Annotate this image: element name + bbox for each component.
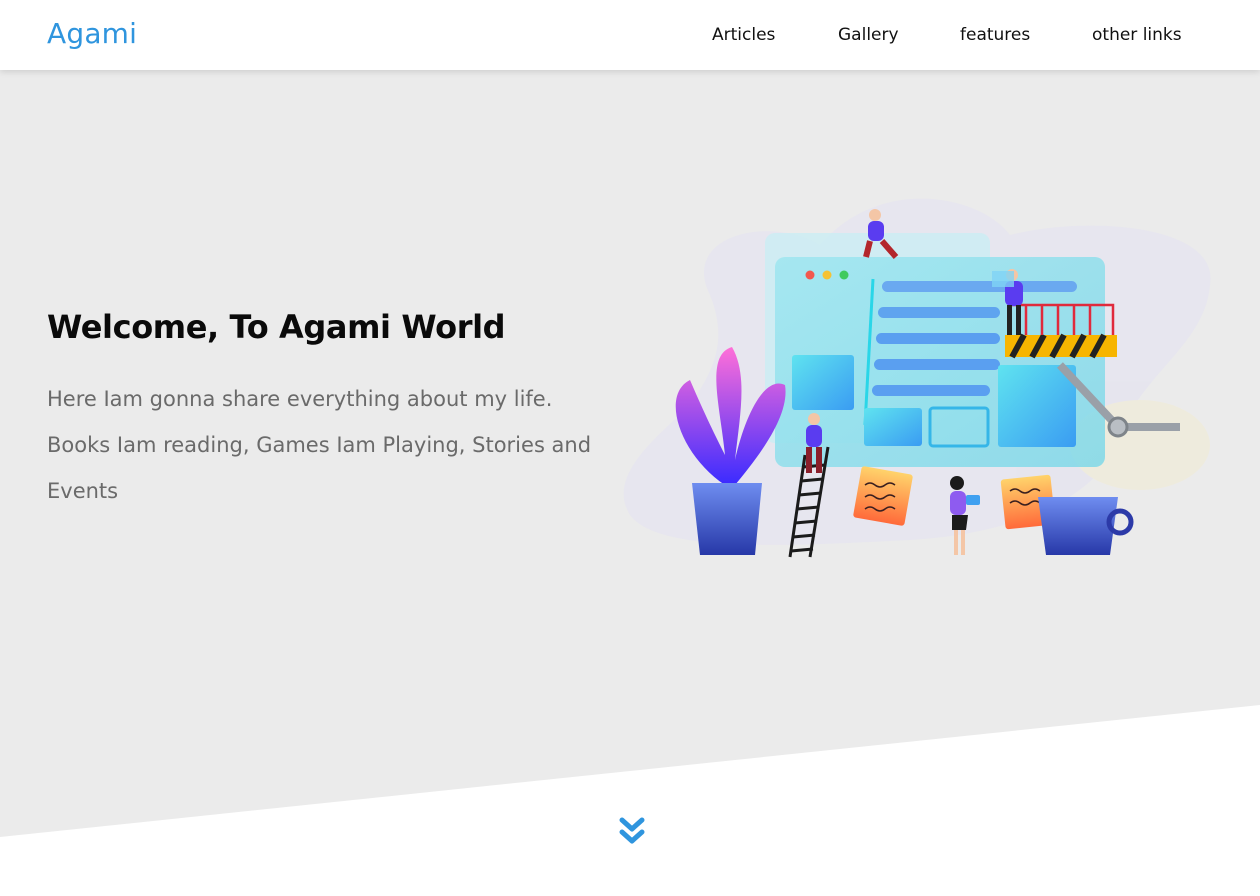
- scroll-down-button[interactable]: [616, 812, 648, 852]
- nav-link-gallery[interactable]: Gallery: [838, 25, 899, 45]
- hero-description: Here Iam gonna share everything about my…: [47, 387, 592, 503]
- nav-link-articles[interactable]: Articles: [712, 25, 775, 45]
- hero-title: Welcome, To Agami World: [47, 308, 506, 346]
- cup-graphic: [1038, 497, 1134, 555]
- hero-illustration: [623, 198, 1211, 558]
- main-nav: Articles Gallery features other links: [0, 25, 1260, 49]
- browser-window-graphic: [775, 257, 1105, 467]
- site-header: Agami Articles Gallery features other li…: [0, 0, 1260, 70]
- nav-link-features[interactable]: features: [960, 25, 1030, 45]
- chevron-double-down-icon: [619, 817, 645, 844]
- nav-link-other-links[interactable]: other links: [1092, 25, 1182, 45]
